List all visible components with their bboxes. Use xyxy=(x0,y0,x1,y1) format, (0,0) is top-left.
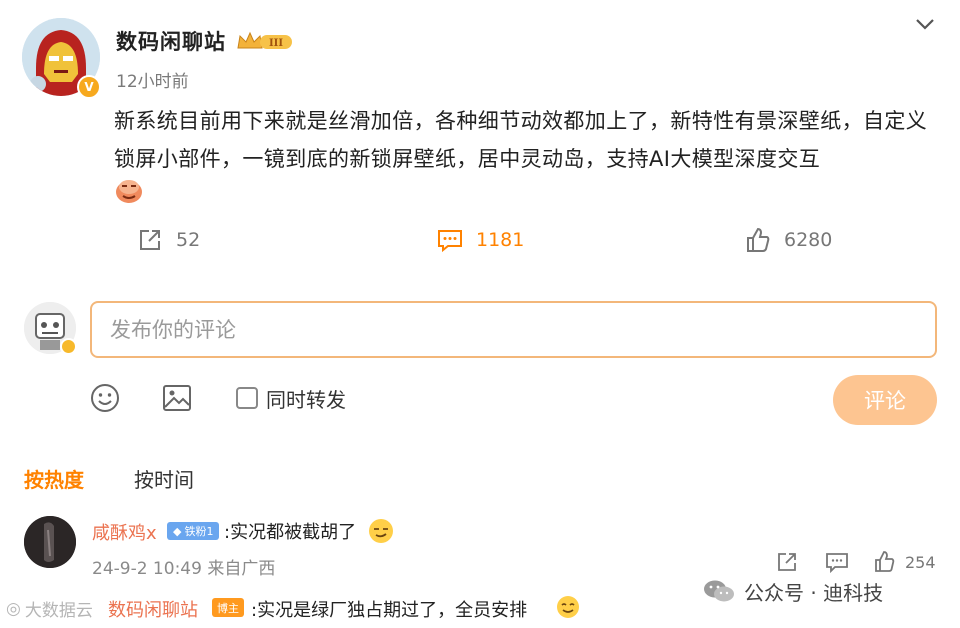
weibo-post: V 数码闲聊站 III 12小时前 新系统目前用下来就是丝滑加倍，各种细节动效都… xyxy=(0,0,960,290)
thumbs-up-icon xyxy=(747,227,770,252)
repost-checkbox[interactable] xyxy=(236,387,258,409)
commenter-avatar[interactable] xyxy=(24,516,76,568)
comment-input[interactable] xyxy=(90,301,937,358)
comment-text: :实况都被截胡了 xyxy=(224,522,357,543)
blogger-badge: 博主 xyxy=(212,598,244,617)
post-actions: 52 1181 6280 xyxy=(0,222,960,258)
post-content: 新系统目前用下来就是丝滑加倍，各种细节动效都加上了，新特性有景深壁纸，自定义锁屏… xyxy=(114,109,928,171)
author-name[interactable]: 数码闲聊站 xyxy=(116,26,226,56)
like-button[interactable]: 6280 xyxy=(744,222,832,258)
comment-sort-tabs: 按热度 按时间 xyxy=(0,458,960,498)
chevron-down-icon[interactable] xyxy=(913,14,937,34)
smile-emoji-icon xyxy=(556,595,580,619)
tab-sort-by-time[interactable]: 按时间 xyxy=(134,464,194,493)
comment-count: 1181 xyxy=(476,229,525,251)
repost-count: 52 xyxy=(176,229,201,251)
commenter-name[interactable]: 数码闲聊站 xyxy=(108,596,198,622)
comment-icon[interactable] xyxy=(825,550,849,574)
sneaky-smile-emoji-icon xyxy=(368,518,394,544)
bottom-left-watermark: ◎ 大数据云 xyxy=(6,596,93,622)
commenter-name[interactable]: 咸酥鸡x xyxy=(92,519,157,545)
fan-level-badge: ◆ 铁粉1 xyxy=(167,522,220,540)
comment-button[interactable]: 1181 xyxy=(436,222,524,258)
watermark-logo-icon: ◎ xyxy=(6,598,21,619)
post-timestamp: 12小时前 xyxy=(116,72,189,92)
vip-crown-icon: III xyxy=(236,30,294,52)
comment-meta: 24-9-2 10:49 来自广西 xyxy=(92,559,276,579)
emoji-picker-icon[interactable] xyxy=(88,381,122,415)
image-upload-icon[interactable] xyxy=(160,381,194,415)
user-verified-icon xyxy=(60,338,77,355)
thumbs-up-icon[interactable] xyxy=(873,550,897,574)
watermark-left-text: 大数据云 xyxy=(24,601,93,621)
verified-badge-icon: V xyxy=(77,75,101,99)
comment-text: :实况是绿厂独占期过了，全员安排 xyxy=(251,600,528,621)
comment-actions: 254 xyxy=(775,550,945,578)
share-icon xyxy=(140,230,160,250)
comment-icon xyxy=(438,230,462,253)
comment-like-count: 254 xyxy=(905,553,936,572)
doge-face-icon xyxy=(114,176,144,204)
vip-level: III xyxy=(269,38,283,49)
repost-button[interactable]: 52 xyxy=(136,222,200,258)
repost-checkbox-label[interactable]: 同时转发 xyxy=(266,384,346,413)
tab-sort-by-hot[interactable]: 按热度 xyxy=(24,464,84,493)
comment-composer: 同时转发 评论 xyxy=(0,292,960,442)
diamond-icon: ◆ xyxy=(173,524,182,538)
comment-item: 数码闲聊站 博主 :实况是绿厂独占期过了，全员安排 xyxy=(0,592,960,628)
fan-badge-label: 铁粉1 xyxy=(184,525,214,538)
like-count: 6280 xyxy=(784,229,833,251)
submit-comment-button[interactable]: 评论 xyxy=(833,375,937,425)
share-icon[interactable] xyxy=(775,550,799,574)
